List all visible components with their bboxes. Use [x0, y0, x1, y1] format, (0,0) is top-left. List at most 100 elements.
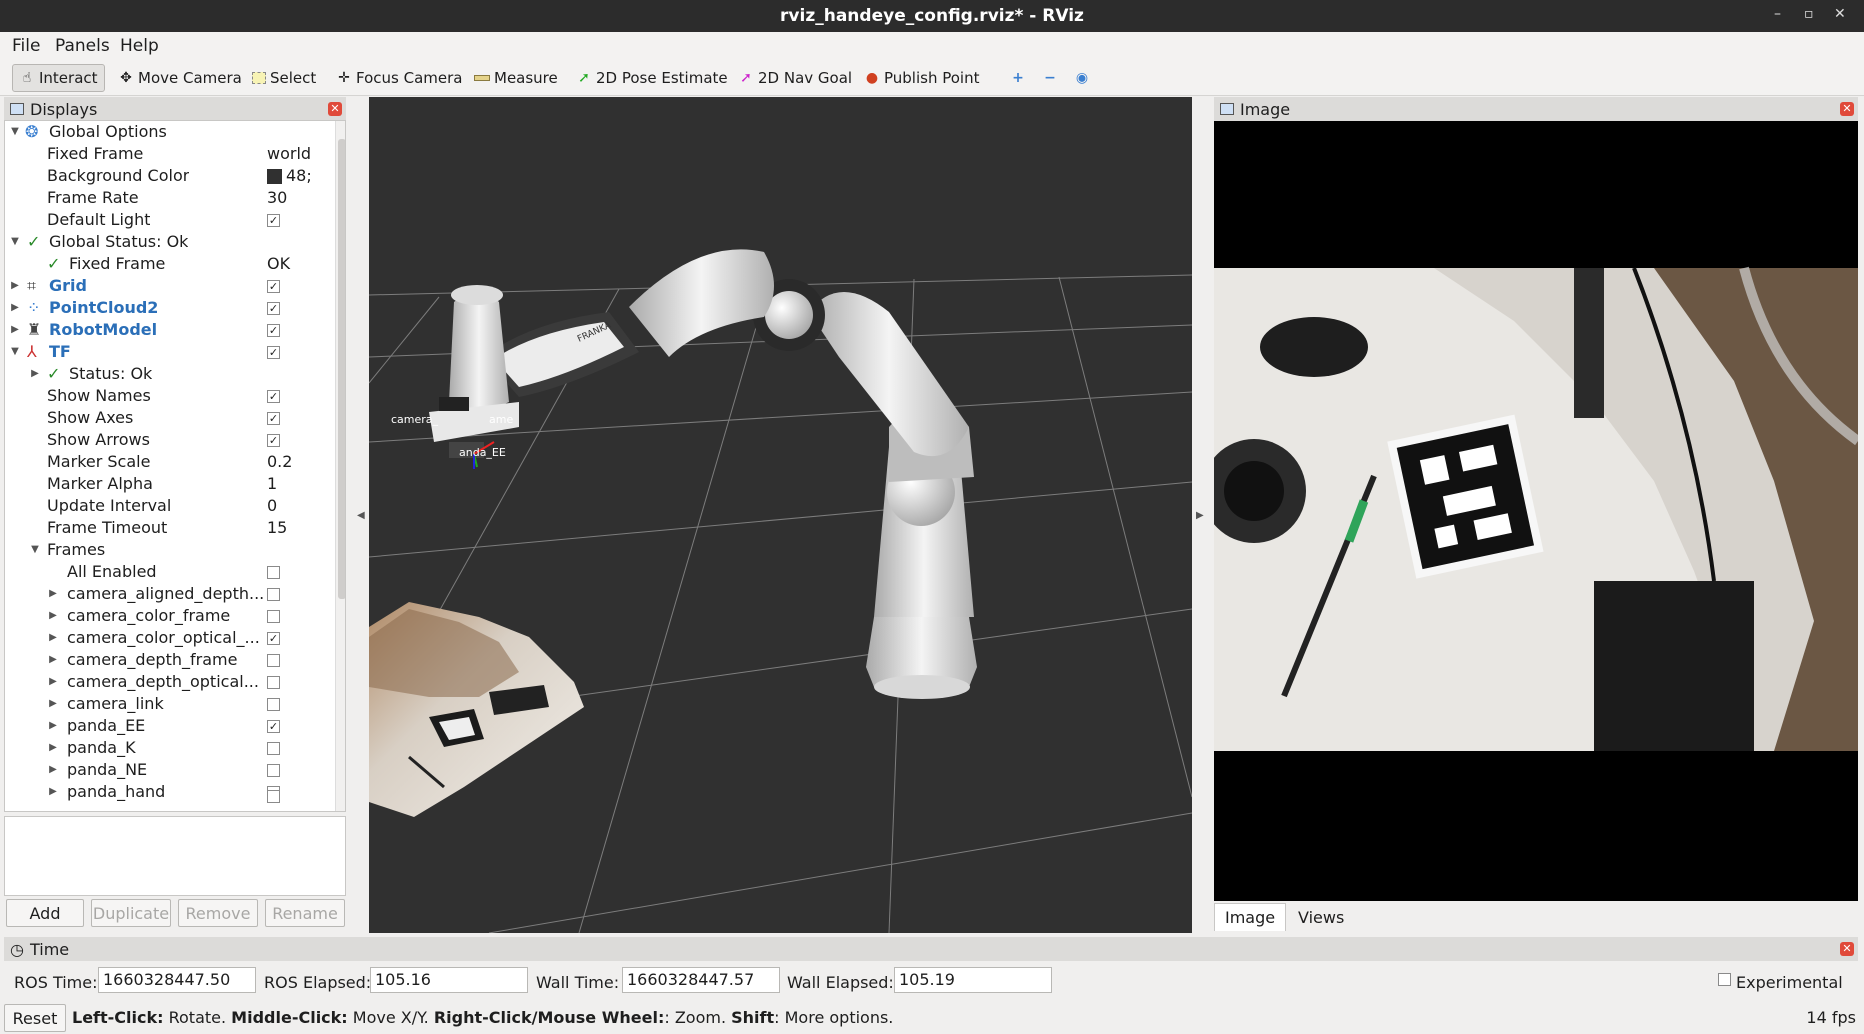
checkbox[interactable]: [267, 566, 280, 579]
tree-row-frame[interactable]: ▶ panda_NE: [5, 759, 325, 781]
collapsed-arrow-icon[interactable]: ▶: [47, 715, 59, 737]
tree-row-frame[interactable]: ▶ camera_depth_frame: [5, 649, 325, 671]
maximize-icon[interactable]: ▫: [1804, 6, 1814, 22]
move-camera-tool-button[interactable]: ✥ Move Camera: [112, 64, 248, 92]
checkbox[interactable]: ✓: [267, 720, 280, 733]
tree-row-show-axes[interactable]: Show Axes ✓: [5, 407, 325, 429]
tree-row-tf[interactable]: ▼ ⅄ TF ✓: [5, 341, 325, 363]
tree-row-show-arrows[interactable]: Show Arrows ✓: [5, 429, 325, 451]
tree-row-frame[interactable]: ▶ panda_EE ✓: [5, 715, 325, 737]
checkbox[interactable]: ✓: [267, 434, 280, 447]
tree-row-grid[interactable]: ▶ ⌗ Grid ✓: [5, 275, 325, 297]
tree-row-frame[interactable]: ▶ camera_color_frame: [5, 605, 325, 627]
checkbox[interactable]: ✓: [267, 390, 280, 403]
collapsed-arrow-icon[interactable]: ▶: [47, 649, 59, 671]
expand-arrow-icon[interactable]: ▼: [9, 121, 21, 143]
remove-button[interactable]: Remove: [178, 899, 258, 927]
pose-estimate-tool-button[interactable]: ➚ 2D Pose Estimate: [570, 64, 734, 92]
tree-value[interactable]: world: [267, 143, 327, 165]
checkbox[interactable]: ✓: [267, 280, 280, 293]
checkbox[interactable]: [267, 676, 280, 689]
collapse-left-icon[interactable]: ◀: [357, 510, 365, 521]
publish-point-tool-button[interactable]: ● Publish Point: [858, 64, 985, 92]
tool-properties-button[interactable]: ◉: [1068, 64, 1096, 92]
checkbox[interactable]: [267, 790, 280, 803]
minimize-icon[interactable]: –: [1774, 6, 1781, 22]
wall-time-field[interactable]: 1660328447.57: [622, 967, 780, 993]
tree-row-frame[interactable]: ▶ camera_depth_optical...: [5, 671, 325, 693]
collapsed-arrow-icon[interactable]: ▶: [47, 693, 59, 715]
ros-time-field[interactable]: 1660328447.50: [98, 967, 256, 993]
remove-tool-button[interactable]: −: [1036, 64, 1064, 92]
tree-row-status-fixed-frame[interactable]: ✓ Fixed Frame OK: [5, 253, 325, 275]
add-tool-button[interactable]: +: [1004, 64, 1032, 92]
tree-row-marker-alpha[interactable]: Marker Alpha 1: [5, 473, 325, 495]
expand-arrow-icon[interactable]: ▼: [9, 231, 21, 253]
collapsed-arrow-icon[interactable]: ▶: [47, 737, 59, 759]
collapse-right-icon[interactable]: ▶: [1196, 510, 1204, 521]
tree-row-frame[interactable]: ▶ camera_aligned_depth...: [5, 583, 325, 605]
checkbox[interactable]: [267, 588, 280, 601]
tree-row-frame-rate[interactable]: Frame Rate 30: [5, 187, 325, 209]
checkbox[interactable]: [267, 610, 280, 623]
menu-help[interactable]: Help: [120, 36, 159, 56]
collapsed-arrow-icon[interactable]: ▶: [47, 759, 59, 781]
collapsed-arrow-icon[interactable]: ▶: [9, 297, 21, 319]
tree-row-tf-status[interactable]: ▶ ✓ Status: Ok: [5, 363, 325, 385]
tree-row-frame[interactable]: ▶ camera_color_optical_... ✓: [5, 627, 325, 649]
close-icon[interactable]: ✕: [1840, 102, 1854, 116]
checkbox[interactable]: [267, 742, 280, 755]
add-button[interactable]: Add: [6, 899, 84, 927]
tree-row-frame-timeout[interactable]: Frame Timeout 15: [5, 517, 325, 539]
tab-image[interactable]: Image: [1214, 903, 1286, 931]
close-window-icon[interactable]: ✕: [1834, 6, 1846, 22]
tree-value[interactable]: 30: [267, 187, 327, 209]
scrollbar-thumb[interactable]: [338, 139, 345, 599]
checkbox[interactable]: ✓: [267, 346, 280, 359]
checkbox[interactable]: ✓: [267, 632, 280, 645]
expand-arrow-icon[interactable]: ▼: [9, 341, 21, 363]
checkbox[interactable]: [267, 654, 280, 667]
tree-value[interactable]: 0.2: [267, 451, 327, 473]
nav-goal-tool-button[interactable]: ➚ 2D Nav Goal: [732, 64, 858, 92]
tree-value[interactable]: 15: [267, 517, 327, 539]
tree-row-frame[interactable]: ▶ panda_K: [5, 737, 325, 759]
interact-tool-button[interactable]: ☝ Interact: [12, 64, 105, 92]
focus-camera-tool-button[interactable]: ✛ Focus Camera: [330, 64, 468, 92]
tree-row-pointcloud2[interactable]: ▶ ⁘ PointCloud2 ✓: [5, 297, 325, 319]
collapsed-arrow-icon[interactable]: ▶: [9, 275, 21, 297]
collapsed-arrow-icon[interactable]: ▶: [47, 583, 59, 605]
select-tool-button[interactable]: Select: [246, 64, 322, 92]
reset-button[interactable]: Reset: [4, 1004, 66, 1032]
tree-scrollbar[interactable]: [335, 121, 345, 811]
expand-arrow-icon[interactable]: ▼: [29, 539, 41, 561]
close-icon[interactable]: ✕: [328, 102, 342, 116]
tab-views[interactable]: Views: [1288, 903, 1358, 931]
checkbox[interactable]: [267, 764, 280, 777]
tree-row-default-light[interactable]: Default Light ✓: [5, 209, 325, 231]
collapsed-arrow-icon[interactable]: ▶: [47, 605, 59, 627]
collapsed-arrow-icon[interactable]: ▶: [47, 671, 59, 693]
tree-row-background-color[interactable]: Background Color 48;: [5, 165, 325, 187]
tree-row-marker-scale[interactable]: Marker Scale 0.2: [5, 451, 325, 473]
tree-row-all-enabled[interactable]: All Enabled: [5, 561, 325, 583]
measure-tool-button[interactable]: Measure: [468, 64, 564, 92]
close-icon[interactable]: ✕: [1840, 942, 1854, 956]
tree-value[interactable]: 1: [267, 473, 327, 495]
menu-file[interactable]: File: [12, 36, 40, 56]
checkbox[interactable]: ✓: [267, 324, 280, 337]
collapsed-arrow-icon[interactable]: ▶: [29, 363, 41, 385]
tree-row-global-status[interactable]: ▼ ✓ Global Status: Ok: [5, 231, 325, 253]
checkbox[interactable]: ✓: [267, 412, 280, 425]
render-3d-view[interactable]: FRANKA camera_ ame anda_EE: [369, 97, 1192, 933]
duplicate-button[interactable]: Duplicate: [91, 899, 171, 927]
collapsed-arrow-icon[interactable]: ▶: [47, 627, 59, 649]
collapsed-arrow-icon[interactable]: ▶: [9, 319, 21, 341]
tree-value[interactable]: 0: [267, 495, 327, 517]
tree-row-robotmodel[interactable]: ▶ ♜ RobotModel ✓: [5, 319, 325, 341]
tree-row-fixed-frame[interactable]: Fixed Frame world: [5, 143, 325, 165]
tree-row-show-names[interactable]: Show Names ✓: [5, 385, 325, 407]
wall-elapsed-field[interactable]: 105.19: [894, 967, 1052, 993]
experimental-checkbox[interactable]: [1718, 973, 1731, 986]
tree-row-frame[interactable]: ▶ camera_link: [5, 693, 325, 715]
